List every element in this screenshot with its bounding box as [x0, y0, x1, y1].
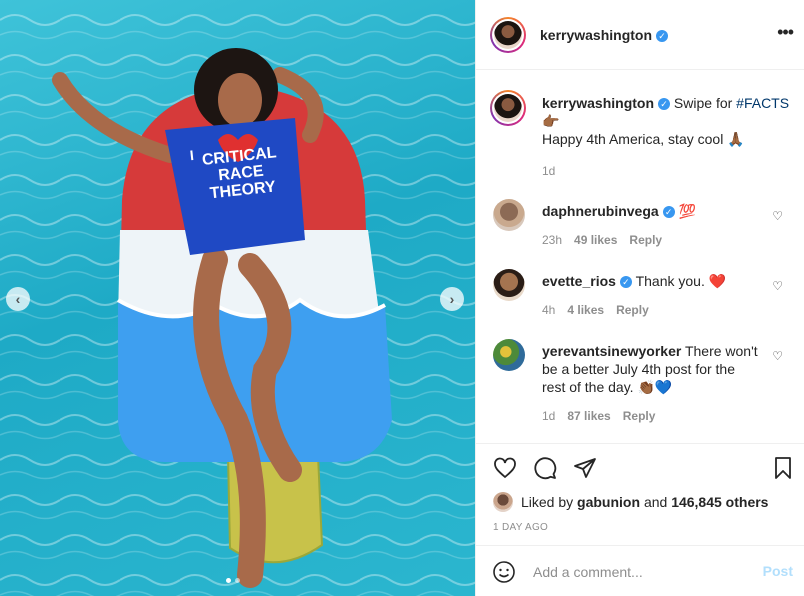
author-username-row: kerrywashington ✓ — [540, 27, 669, 43]
comment-meta: 1d 87 likes Reply — [542, 409, 655, 423]
reply-button[interactable]: Reply — [623, 409, 656, 423]
likes-summary: Liked by gabunion and 146,845 others — [493, 492, 768, 512]
commenter-username[interactable]: evette_rios — [542, 273, 616, 289]
like-comment-heart-icon[interactable]: ♡ — [772, 279, 783, 293]
comment-text: yerevantsinewyorker There won't be a bet… — [542, 342, 762, 396]
post-actions: Liked by gabunion and 146,845 others 1 D… — [476, 443, 804, 533]
caption-body: Swipe for — [673, 95, 733, 111]
comment-text: evette_rios ✓ Thank you. ❤️ — [542, 272, 762, 290]
reply-button[interactable]: Reply — [616, 303, 649, 317]
caption-username[interactable]: kerrywashington — [542, 95, 654, 111]
commenter-username[interactable]: yerevantsinewyorker — [542, 343, 681, 359]
comment-age[interactable]: 1d — [542, 409, 555, 423]
caption-author-avatar[interactable] — [490, 90, 526, 126]
comment-likes[interactable]: 4 likes — [567, 303, 604, 317]
like-comment-heart-icon[interactable]: ♡ — [772, 209, 783, 223]
author-avatar[interactable] — [490, 17, 526, 53]
verified-badge-icon: ✓ — [619, 276, 632, 288]
comment-text: daphnerubinvega ✓ 💯 — [542, 202, 762, 220]
next-slide-button[interactable]: › — [440, 287, 464, 311]
carousel-dot-2 — [235, 578, 240, 583]
share-send-icon[interactable] — [572, 456, 598, 480]
pray-emoji: 🙏🏾 — [727, 131, 745, 147]
caption-text: kerrywashington ✓ Swipe for #FACTS 👉🏾 Hap… — [542, 94, 792, 180]
carousel-indicator — [226, 578, 240, 583]
comment-meta: 23h 49 likes Reply — [542, 233, 662, 247]
post-timestamp[interactable]: 1 DAY AGO — [493, 522, 548, 533]
commenter-avatar[interactable] — [493, 339, 525, 371]
comment-likes[interactable]: 49 likes — [574, 233, 617, 247]
comment-bubble-icon[interactable] — [532, 456, 558, 480]
comment-age[interactable]: 4h — [542, 303, 555, 317]
comment-input[interactable] — [531, 558, 750, 586]
pointing-emoji: 👉🏾 — [542, 113, 560, 129]
liker-avatar[interactable] — [493, 492, 513, 512]
post-media[interactable]: I CRITICAL RACE THEORY ‹ › — [0, 0, 475, 596]
emoji-picker-icon[interactable] — [492, 560, 516, 584]
chevron-left-icon: ‹ — [15, 291, 21, 307]
post-side-panel: kerrywashington ✓ ••• kerrywashington ✓ Sw… — [475, 0, 804, 596]
more-options-icon[interactable]: ••• — [777, 23, 794, 41]
reply-button[interactable]: Reply — [629, 233, 662, 247]
liker-username[interactable]: gabunion — [577, 494, 640, 510]
verified-badge-icon: ✓ — [662, 206, 675, 218]
pool-photo — [0, 0, 475, 596]
author-username[interactable]: kerrywashington — [540, 27, 652, 43]
like-heart-icon[interactable] — [492, 456, 518, 480]
caption-age: 1d — [542, 164, 556, 178]
commenter-avatar[interactable] — [493, 199, 525, 231]
like-comment-heart-icon[interactable]: ♡ — [772, 349, 783, 363]
verified-badge-icon: ✓ — [656, 30, 669, 42]
chevron-right-icon: › — [449, 291, 455, 307]
previous-slide-button[interactable]: ‹ — [6, 287, 30, 311]
add-comment-bar: Post — [476, 545, 804, 596]
comment-body: Thank you. ❤️ — [635, 273, 727, 289]
likes-others[interactable]: 146,845 others — [671, 494, 768, 510]
carousel-dot-1 — [226, 578, 231, 583]
caption-line-2: Happy 4th America, stay cool — [542, 131, 724, 147]
comment-meta: 4h 4 likes Reply — [542, 303, 649, 317]
post-comment-button[interactable]: Post — [763, 563, 793, 579]
commenter-avatar[interactable] — [493, 269, 525, 301]
post-header: kerrywashington ✓ ••• — [476, 0, 804, 70]
shirt-print: I CRITICAL RACE THEORY — [189, 143, 289, 203]
likes-prefix: Liked by — [521, 494, 574, 510]
verified-badge-icon: ✓ — [658, 98, 671, 110]
save-bookmark-icon[interactable] — [772, 456, 794, 480]
instagram-post-modal: I CRITICAL RACE THEORY ‹ › kerrywashingt… — [0, 0, 804, 596]
comment-likes[interactable]: 87 likes — [567, 409, 610, 423]
commenter-username[interactable]: daphnerubinvega — [542, 203, 659, 219]
likes-joiner: and — [643, 494, 668, 510]
comment-body: 💯 — [678, 203, 697, 219]
hashtag-link[interactable]: #FACTS — [736, 95, 789, 111]
comment-age[interactable]: 23h — [542, 233, 562, 247]
